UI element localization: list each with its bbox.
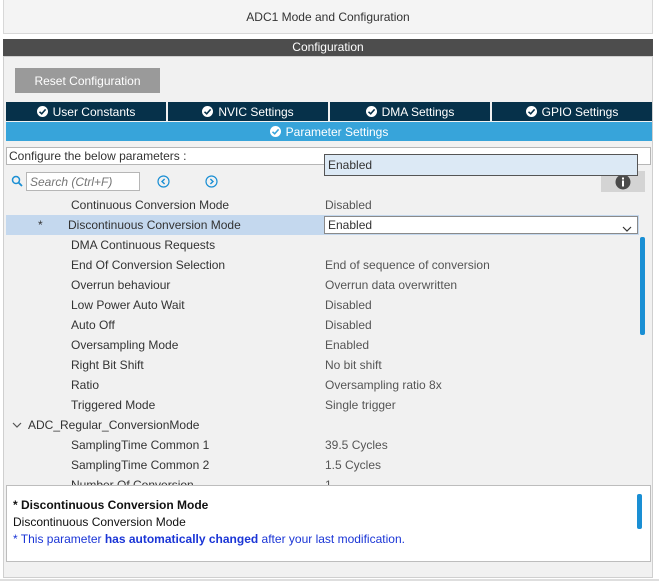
tab-nvic-settings[interactable]: NVIC Settings xyxy=(168,102,328,121)
param-row[interactable]: Oversampling Mode Enabled xyxy=(6,335,639,355)
tab-label: DMA Settings xyxy=(381,104,455,119)
param-row[interactable]: Ratio Oversampling ratio 8x xyxy=(6,375,639,395)
check-circle-icon xyxy=(202,106,214,117)
description-note: * This parameter has automatically chang… xyxy=(13,532,644,546)
configuration-panel: Reset Configuration User Constants NVIC … xyxy=(3,56,653,578)
param-label: Number Of Conversion xyxy=(71,478,194,485)
check-circle-icon xyxy=(36,106,48,117)
description-title: * Discontinuous Conversion Mode xyxy=(13,498,209,512)
param-value: Oversampling ratio 8x xyxy=(325,378,442,392)
search-input[interactable] xyxy=(26,172,140,191)
note-suffix: after your last modification. xyxy=(258,532,405,546)
param-row[interactable]: DMA Continuous Requests xyxy=(6,235,639,255)
param-label: SamplingTime Common 2 xyxy=(71,458,210,472)
param-row[interactable]: End Of Conversion Selection End of seque… xyxy=(6,255,639,275)
tab-label: GPIO Settings xyxy=(541,104,619,119)
check-circle-icon xyxy=(525,106,537,117)
configuration-header: Configuration xyxy=(3,39,653,56)
param-value: End of sequence of conversion xyxy=(325,258,490,272)
tab-bar: User Constants NVIC Settings DMA Setting… xyxy=(6,102,652,121)
note-prefix: * This parameter xyxy=(13,532,105,546)
note-bold: has automatically changed xyxy=(104,532,259,546)
param-value: 1.5 Cycles xyxy=(325,458,382,472)
param-label: Ratio xyxy=(71,378,100,392)
parameter-scrollbar[interactable] xyxy=(640,237,645,335)
description-subtitle: Discontinuous Conversion Mode xyxy=(13,515,186,529)
dropdown-value: Enabled xyxy=(328,218,373,232)
param-label: Overrun behaviour xyxy=(71,278,171,292)
tab-label: Parameter Settings xyxy=(285,124,389,139)
tab-parameter-settings[interactable]: Parameter Settings xyxy=(6,122,652,141)
param-value: 39.5 Cycles xyxy=(325,438,388,452)
param-label: End Of Conversion Selection xyxy=(71,258,226,272)
param-row[interactable]: Number Of Conversion 1 xyxy=(6,475,639,485)
param-label: Low Power Auto Wait xyxy=(71,298,185,312)
param-row[interactable]: Continuous Conversion Mode Disabled xyxy=(6,195,639,215)
param-row[interactable]: SamplingTime Common 1 39.5 Cycles xyxy=(6,435,639,455)
param-row[interactable]: Low Power Auto Wait Disabled xyxy=(6,295,639,315)
group-row[interactable]: ADC_Regular_ConversionMode xyxy=(6,415,639,435)
description-scrollbar[interactable] xyxy=(637,494,642,529)
reset-configuration-button[interactable]: Reset Configuration xyxy=(15,68,160,93)
tab-label: User Constants xyxy=(52,104,136,119)
description-panel: * Discontinuous Conversion Mode Disconti… xyxy=(6,485,651,562)
group-label: ADC_Regular_ConversionMode xyxy=(28,418,200,432)
tab-label: NVIC Settings xyxy=(218,104,294,119)
param-label: Discontinuous Conversion Mode xyxy=(68,218,241,232)
param-label: Continuous Conversion Mode xyxy=(71,198,230,212)
param-label: Triggered Mode xyxy=(71,398,156,412)
param-row[interactable]: Auto Off Disabled xyxy=(6,315,639,335)
modified-marker: * xyxy=(38,218,43,232)
dropdown-option-enabled[interactable]: Enabled xyxy=(324,154,638,176)
param-label: Oversampling Mode xyxy=(71,338,179,352)
param-label: Auto Off xyxy=(71,318,115,332)
value-dropdown[interactable]: Enabled xyxy=(324,216,638,234)
tab-dma-settings[interactable]: DMA Settings xyxy=(330,102,490,121)
param-row[interactable]: Overrun behaviour Overrun data overwritt… xyxy=(6,275,639,295)
param-value: Overrun data overwritten xyxy=(325,278,458,292)
check-circle-icon xyxy=(269,126,281,137)
previous-result-icon[interactable] xyxy=(157,175,170,191)
param-label: SamplingTime Common 1 xyxy=(71,438,210,452)
param-label: DMA Continuous Requests xyxy=(71,238,216,252)
param-value: Enabled xyxy=(325,338,370,352)
check-circle-icon xyxy=(365,106,377,117)
tab-gpio-settings[interactable]: GPIO Settings xyxy=(492,102,652,121)
param-row-selected[interactable]: * Discontinuous Conversion Mode Enabled xyxy=(6,215,639,235)
window-title: ADC1 Mode and Configuration xyxy=(3,0,653,34)
next-result-icon[interactable] xyxy=(205,175,218,191)
param-value: No bit shift xyxy=(325,358,382,372)
param-value: Single trigger xyxy=(325,398,396,412)
param-row[interactable]: SamplingTime Common 2 1.5 Cycles xyxy=(6,455,639,475)
tab-user-constants[interactable]: User Constants xyxy=(6,102,166,121)
parameter-tree: Continuous Conversion Mode Disabled * Di… xyxy=(6,195,639,485)
param-label: Right Bit Shift xyxy=(71,358,144,372)
param-value: Disabled xyxy=(325,298,372,312)
param-value: 1 xyxy=(325,478,332,485)
param-value: Disabled xyxy=(325,198,372,212)
param-row[interactable]: Right Bit Shift No bit shift xyxy=(6,355,639,375)
search-icon[interactable] xyxy=(11,175,23,190)
param-row[interactable]: Triggered Mode Single trigger xyxy=(6,395,639,415)
param-value: Disabled xyxy=(325,318,372,332)
